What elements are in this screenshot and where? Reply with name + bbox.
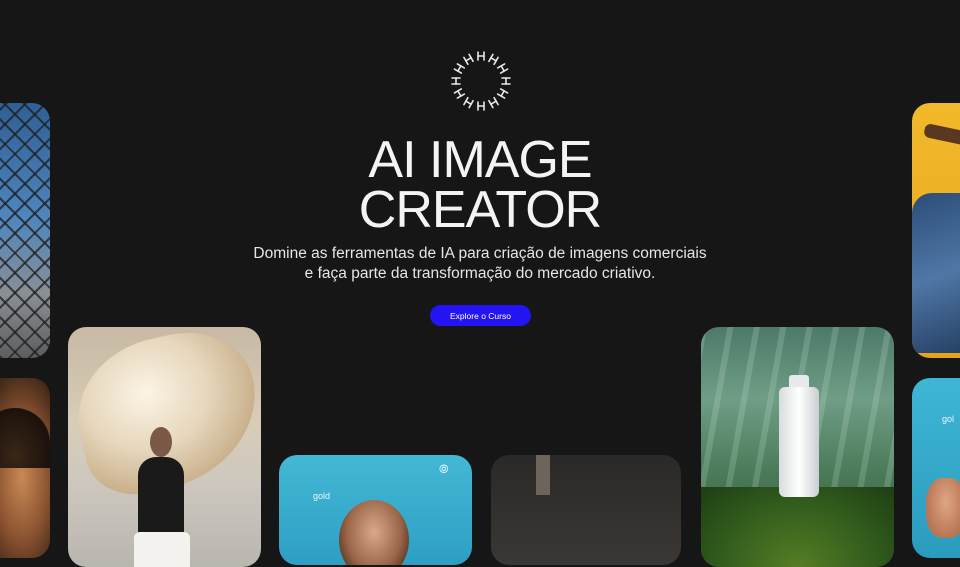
- ring-glyph: [451, 77, 461, 85]
- bottle: [779, 387, 819, 497]
- model-body: [138, 457, 184, 537]
- gallery-card-cyan: gol: [912, 378, 960, 558]
- radial-letter-ring-icon: [451, 51, 511, 111]
- page-title: AI IMAGE CREATOR: [0, 131, 960, 239]
- title-line-1: AI IMAGE: [368, 131, 592, 189]
- gallery-card-gold-phone: gold ⦾: [279, 455, 472, 565]
- ring-glyph: [477, 51, 485, 61]
- ring-glyph: [463, 53, 474, 66]
- ring-glyph: [488, 96, 499, 109]
- gallery-card-forest-bottle: [701, 327, 894, 567]
- title-line-2: CREATOR: [358, 181, 602, 239]
- model-head: [150, 427, 172, 457]
- nfc-icon: ⦾: [439, 462, 449, 476]
- gallery-card-portrait: [0, 378, 50, 558]
- ring-glyph: [496, 88, 509, 99]
- explore-course-button[interactable]: Explore o Curso: [430, 305, 531, 326]
- ring-glyph: [463, 96, 474, 109]
- subtitle-line-1: Domine as ferramentas de IA para criação…: [253, 245, 707, 262]
- ring-glyph: [488, 53, 499, 66]
- model-skirt: [134, 532, 190, 567]
- page-subtitle: Domine as ferramentas de IA para criação…: [0, 244, 960, 284]
- ring-glyph: [477, 101, 485, 111]
- interior-beam: [536, 455, 550, 495]
- ring-glyph: [501, 77, 511, 85]
- portrait-hair: [0, 408, 50, 468]
- gallery-card-silk-model: [68, 327, 261, 567]
- subtitle-line-2: e faça parte da transformação do mercado…: [304, 265, 656, 282]
- ring-glyph: [496, 63, 509, 74]
- gallery-card-dark-interior: [491, 455, 681, 565]
- ring-glyph: [453, 88, 466, 99]
- ring-glyph: [453, 63, 466, 74]
- phone-face: [339, 500, 409, 565]
- hand: [926, 478, 960, 538]
- card-gol-label: gol: [942, 414, 955, 424]
- moss: [701, 487, 894, 567]
- card-gold-label: gold: [313, 491, 331, 501]
